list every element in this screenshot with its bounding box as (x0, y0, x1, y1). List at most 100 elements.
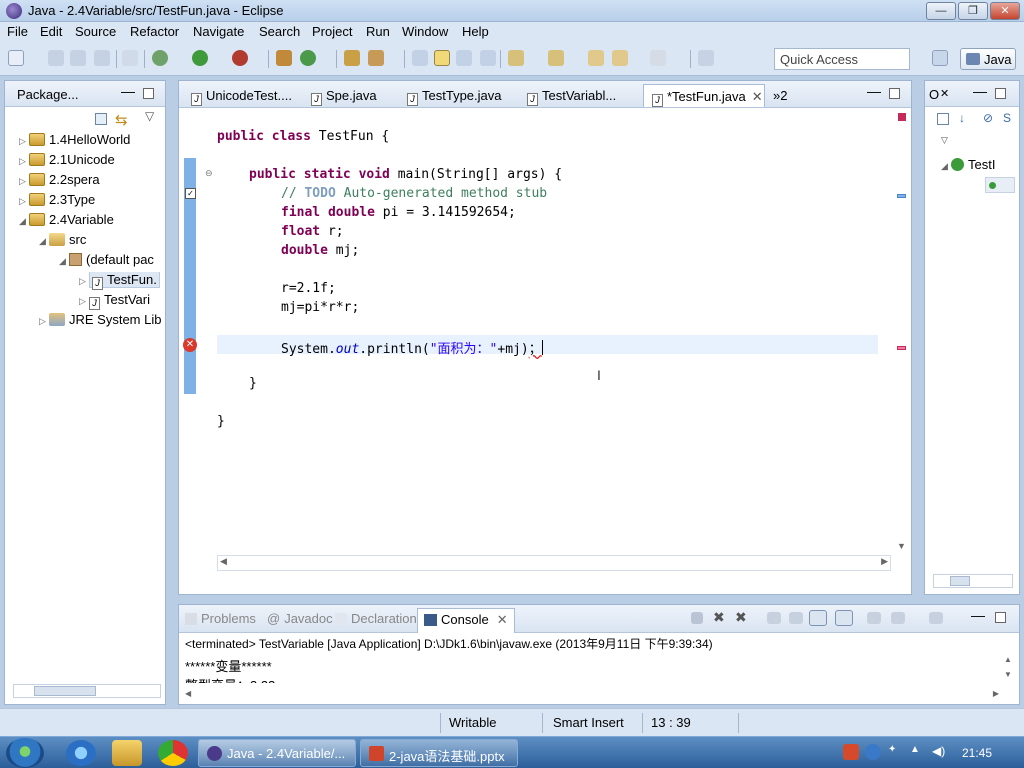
tab-console[interactable]: Console ✕ (417, 608, 515, 633)
tray-arrows-icon[interactable]: ✦ (888, 744, 904, 760)
next-annotation-icon[interactable] (508, 50, 524, 66)
tree-item-package[interactable]: ◢ (default pac (59, 252, 163, 270)
editor-tab-active[interactable]: J *TestFun.java ✕ (643, 84, 765, 107)
remove-all-icon[interactable]: ✖ (735, 609, 747, 626)
show-stderr-icon[interactable] (835, 610, 853, 626)
close-tab-icon[interactable]: ✕ (497, 612, 508, 627)
scroll-thumb[interactable] (950, 576, 970, 586)
maximize-view-icon[interactable] (995, 612, 1006, 623)
maximize-button[interactable]: ❐ (958, 2, 988, 20)
editor-tab[interactable]: J UnicodeTest.... (183, 84, 298, 107)
close-view-icon[interactable]: ✕ (940, 87, 949, 100)
code-area[interactable]: ✓ ⊖ ✕ public class TestFun { public stat… (179, 108, 911, 573)
forward-icon[interactable] (650, 50, 666, 66)
view-menu-icon[interactable]: ▽ (145, 109, 154, 123)
remove-launch-icon[interactable]: ✖ (713, 609, 725, 626)
hide-static-icon[interactable]: S (1003, 111, 1011, 125)
horizontal-scrollbar[interactable] (13, 684, 161, 698)
package-explorer-tab[interactable]: Package... (17, 87, 78, 102)
error-overview-marker[interactable] (898, 113, 906, 121)
error-overview-marker[interactable] (897, 346, 906, 350)
tree-item-src-folder[interactable]: ◢ src (39, 232, 86, 250)
open-perspective-icon[interactable] (932, 50, 948, 66)
scroll-thumb[interactable] (34, 686, 96, 696)
tab-declaration[interactable]: Declaration (335, 611, 417, 626)
maximize-view-icon[interactable] (995, 88, 1006, 99)
menu-navigate[interactable]: Navigate (193, 24, 244, 39)
run-icon[interactable] (192, 50, 208, 66)
tree-item-project-expanded[interactable]: ◢ 2.4Variable (19, 212, 114, 230)
vertical-scrollbar[interactable]: ▲ ▼ (1003, 655, 1015, 679)
overview-ruler[interactable]: ▲ ▼ (895, 110, 909, 551)
error-marker-icon[interactable]: ✕ (183, 338, 197, 352)
minimize-editor-icon[interactable]: — (867, 83, 881, 99)
quick-access-input[interactable]: Quick Access (774, 48, 910, 70)
collapse-all-icon[interactable] (95, 113, 107, 125)
horizontal-scrollbar[interactable]: ◀ ▶ (185, 689, 999, 701)
start-button[interactable] (6, 738, 44, 768)
horizontal-scrollbar[interactable]: ◀ ▶ (217, 555, 891, 571)
close-tab-icon[interactable]: ✕ (752, 89, 763, 104)
menu-help[interactable]: Help (462, 24, 489, 39)
new-class-icon[interactable] (300, 50, 316, 66)
tree-item-java-file[interactable]: ▷ J TestVari (79, 292, 163, 310)
maximize-editor-icon[interactable] (889, 88, 900, 99)
mark-occurrences-icon[interactable] (434, 50, 450, 66)
pin-editor-icon[interactable] (698, 50, 714, 66)
last-edit-icon[interactable] (588, 50, 604, 66)
minimize-view-icon[interactable]: — (971, 607, 985, 623)
maximize-view-icon[interactable] (143, 88, 154, 99)
menu-window[interactable]: Window (402, 24, 448, 39)
task-marker-icon[interactable]: ✓ (185, 188, 196, 199)
taskbar-clock[interactable]: 21:45 (962, 746, 992, 760)
scroll-down-icon[interactable]: ▼ (1004, 670, 1012, 679)
open-console-icon[interactable] (929, 612, 943, 624)
help-icon[interactable] (865, 744, 881, 760)
editor-tab[interactable]: J Spe.java (303, 84, 383, 107)
back-icon[interactable] (612, 50, 628, 66)
file-explorer-icon[interactable] (112, 740, 142, 766)
scroll-right-icon[interactable]: ▶ (881, 556, 888, 567)
view-menu-icon[interactable]: ▽ (941, 135, 948, 146)
skip-breakpoints-icon[interactable] (122, 50, 138, 66)
tree-item-project[interactable]: ▷ 2.1Unicode (19, 152, 115, 170)
block-selection-icon[interactable] (456, 50, 472, 66)
save-icon[interactable] (48, 50, 64, 66)
menu-refactor[interactable]: Refactor (130, 24, 179, 39)
search-icon[interactable] (368, 50, 384, 66)
tree-item-project[interactable]: ▷ 2.3Type (19, 192, 95, 210)
outline-tab[interactable]: O (929, 87, 939, 102)
internet-explorer-icon[interactable] (66, 740, 96, 766)
editor-tab[interactable]: J TestVariabl... (519, 84, 622, 107)
menu-edit[interactable]: Edit (40, 24, 62, 39)
tab-javadoc[interactable]: @ Javadoc (267, 611, 333, 626)
outline-class-item[interactable]: ◢ TestI (941, 157, 1019, 175)
chrome-icon[interactable] (158, 740, 188, 766)
new-icon[interactable] (8, 50, 24, 66)
terminate-icon[interactable] (691, 612, 703, 624)
show-whitespace-icon[interactable] (480, 50, 496, 66)
hide-fields-icon[interactable]: ⊘ (983, 111, 993, 125)
scroll-left-icon[interactable]: ◀ (185, 689, 191, 698)
outline-method-item[interactable] (985, 177, 1015, 193)
horizontal-scrollbar[interactable] (933, 574, 1013, 588)
close-button[interactable]: ✕ (990, 2, 1020, 20)
menu-source[interactable]: Source (75, 24, 116, 39)
fold-icon[interactable]: ⊖ (205, 168, 213, 179)
clear-console-icon[interactable] (767, 612, 781, 624)
menu-search[interactable]: Search (259, 24, 300, 39)
task-overview-marker[interactable] (897, 194, 906, 198)
menu-file[interactable]: File (7, 24, 28, 39)
annotation-icon[interactable] (412, 50, 428, 66)
menu-run[interactable]: Run (366, 24, 390, 39)
tab-problems[interactable]: Problems (185, 611, 256, 626)
tree-item-project[interactable]: ▷ 2.2spera (19, 172, 100, 190)
editor-tab[interactable]: J TestType.java (399, 84, 508, 107)
scroll-left-icon[interactable]: ◀ (220, 556, 227, 567)
print-icon[interactable] (94, 50, 110, 66)
sort-icon[interactable]: ↓ (959, 111, 965, 125)
scroll-down-icon[interactable]: ▼ (897, 541, 906, 551)
new-java-project-icon[interactable] (276, 50, 292, 66)
minimize-button[interactable]: — (926, 2, 956, 20)
tree-item-java-file[interactable]: ▷ J TestFun. (79, 272, 163, 290)
